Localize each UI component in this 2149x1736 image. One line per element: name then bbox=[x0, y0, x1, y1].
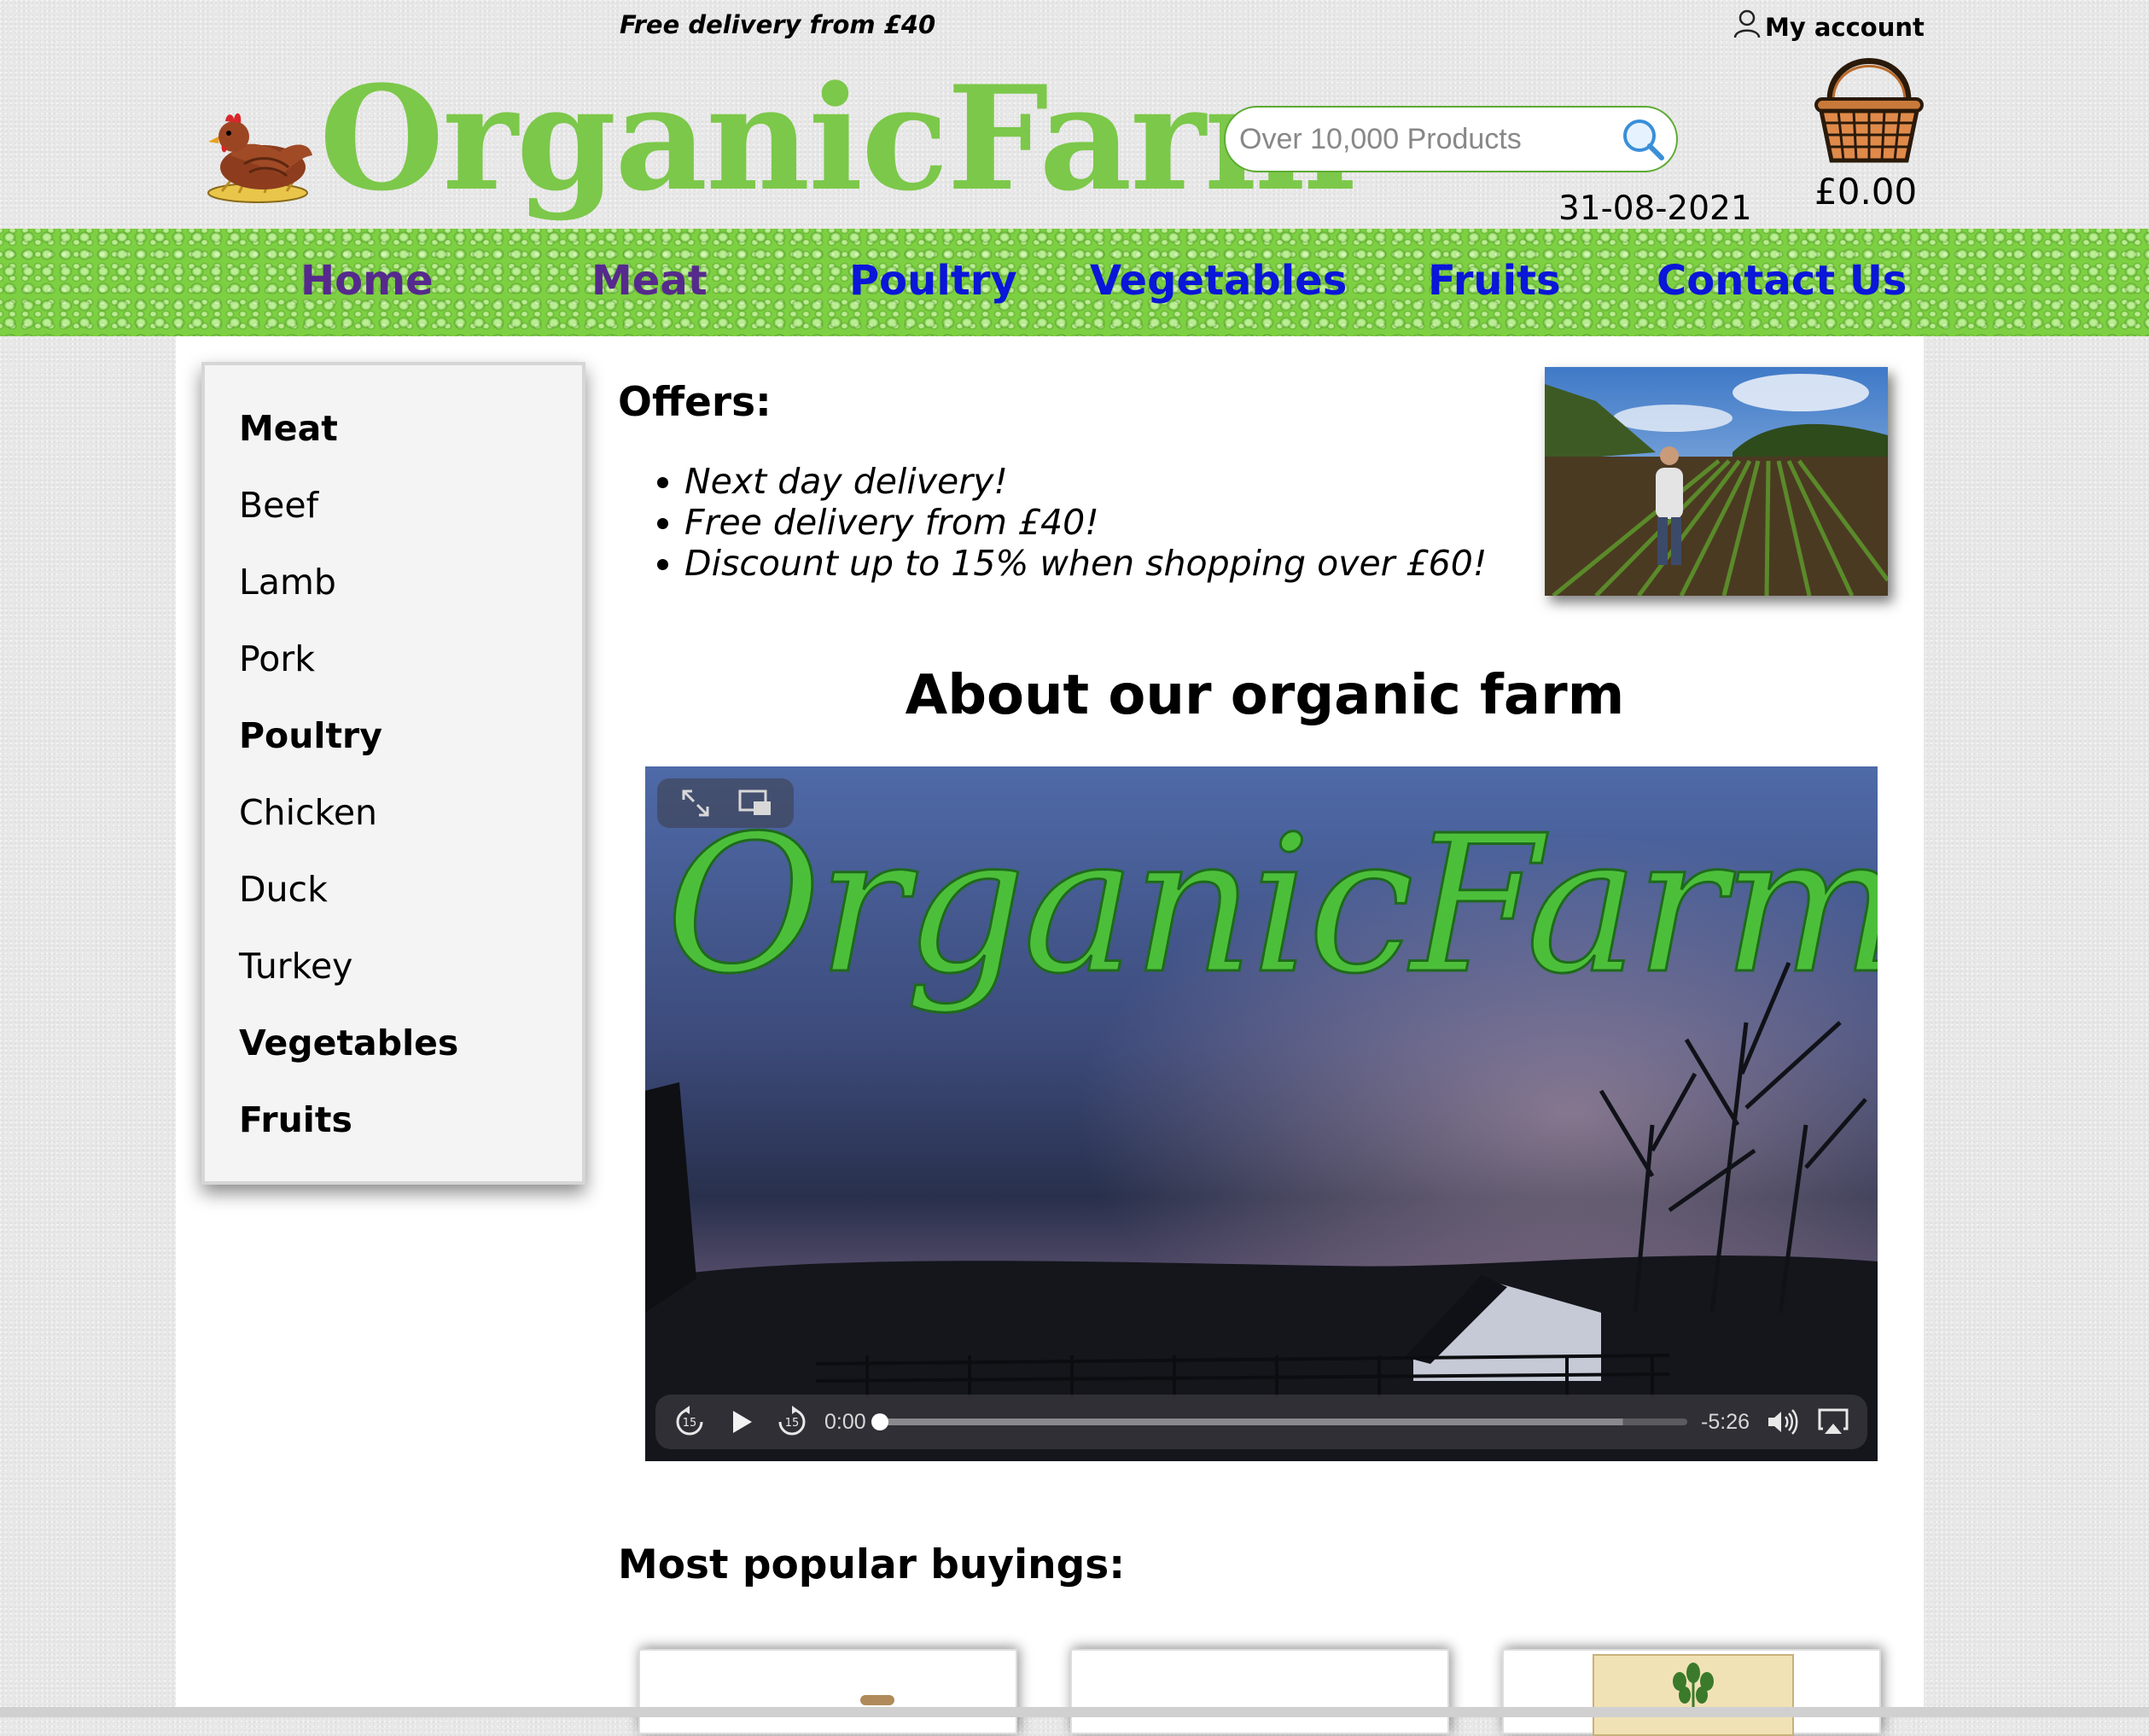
volume-button[interactable] bbox=[1763, 1403, 1801, 1441]
airplay-button[interactable] bbox=[1814, 1403, 1852, 1441]
product-card[interactable] bbox=[1502, 1649, 1881, 1736]
play-button[interactable] bbox=[722, 1403, 760, 1441]
product-card[interactable] bbox=[1070, 1649, 1449, 1734]
skip-forward-15-icon: 15 bbox=[773, 1406, 811, 1443]
skip-back-15-icon: 15 bbox=[671, 1406, 708, 1443]
nav-item-contact-us[interactable]: Contact Us bbox=[1657, 257, 1907, 305]
play-icon bbox=[722, 1411, 760, 1443]
basket-icon[interactable] bbox=[1813, 51, 1925, 167]
video-overlay-title: OrganicFarm bbox=[665, 795, 1878, 1016]
farmer-photo bbox=[1545, 367, 1888, 596]
offer-item: Free delivery from £40! bbox=[684, 502, 1487, 543]
offers-title: Offers: bbox=[618, 379, 772, 426]
leaf-icon bbox=[1673, 1663, 1714, 1712]
picture-in-picture-icon bbox=[737, 789, 774, 824]
horizontal-scrollbar[interactable] bbox=[0, 1707, 2149, 1717]
video-remaining-time: -5:26 bbox=[1701, 1409, 1750, 1434]
sidebar-item-poultry[interactable]: Poultry bbox=[239, 715, 382, 756]
cart-total: £0.00 bbox=[1814, 171, 1918, 213]
sidebar-item-duck[interactable]: Duck bbox=[239, 869, 328, 910]
fullscreen-icon bbox=[677, 789, 714, 824]
my-account-label: My account bbox=[1765, 12, 1925, 42]
popular-title: Most popular buyings: bbox=[618, 1541, 1125, 1588]
my-account-link[interactable]: My account bbox=[1733, 9, 1925, 45]
nav-item-vegetables[interactable]: Vegetables bbox=[1090, 257, 1347, 305]
sidebar-item-chicken[interactable]: Chicken bbox=[239, 792, 377, 833]
sidebar-item-vegetables[interactable]: Vegetables bbox=[239, 1022, 458, 1063]
skip-back-button[interactable]: 15 bbox=[671, 1403, 708, 1441]
offer-item: Next day delivery! bbox=[684, 461, 1487, 502]
main-nav: Home Meat Poultry Vegetables Fruits Cont… bbox=[0, 229, 2149, 336]
product-image bbox=[860, 1695, 894, 1705]
video-controls: 15 15 0:00 -5:26 bbox=[655, 1395, 1867, 1449]
current-date: 31-08-2021 bbox=[1558, 189, 1752, 228]
product-card[interactable] bbox=[638, 1649, 1017, 1734]
category-sidebar: Meat Beef Lamb Pork Poultry Chicken Duck… bbox=[201, 362, 585, 1185]
volume-icon bbox=[1763, 1409, 1801, 1443]
logo-text: OrganicFarm bbox=[319, 54, 1356, 223]
sidebar-item-pork[interactable]: Pork bbox=[239, 638, 315, 679]
search-button[interactable] bbox=[1619, 115, 1667, 163]
video-progress-knob[interactable] bbox=[871, 1413, 888, 1430]
search-box bbox=[1224, 106, 1678, 172]
top-promo: Free delivery from £40 bbox=[620, 10, 936, 39]
sidebar-item-lamb[interactable]: Lamb bbox=[239, 562, 336, 603]
video-current-time: 0:00 bbox=[824, 1409, 866, 1434]
nav-item-home[interactable]: Home bbox=[300, 257, 434, 305]
svg-text:15: 15 bbox=[785, 1417, 800, 1430]
nav-item-meat[interactable]: Meat bbox=[591, 257, 708, 305]
sidebar-item-fruits[interactable]: Fruits bbox=[239, 1099, 352, 1140]
airplay-icon bbox=[1814, 1408, 1852, 1443]
sidebar-item-beef[interactable]: Beef bbox=[239, 485, 318, 526]
search-input[interactable] bbox=[1238, 121, 1619, 157]
product-image bbox=[1593, 1654, 1794, 1736]
skip-forward-button[interactable]: 15 bbox=[773, 1403, 811, 1441]
about-title: About our organic farm bbox=[905, 664, 1625, 727]
picture-in-picture-button[interactable] bbox=[737, 784, 774, 822]
nav-item-fruits[interactable]: Fruits bbox=[1428, 257, 1561, 305]
offer-item: Discount up to 15% when shopping over £6… bbox=[684, 543, 1487, 584]
fullscreen-button[interactable] bbox=[677, 784, 714, 822]
video-progress-bar[interactable] bbox=[871, 1413, 1688, 1430]
user-icon bbox=[1733, 9, 1762, 45]
search-icon bbox=[1619, 119, 1667, 166]
nav-item-poultry[interactable]: Poultry bbox=[849, 257, 1017, 305]
offers-list: Next day delivery! Free delivery from £4… bbox=[649, 461, 1487, 584]
sidebar-item-turkey[interactable]: Turkey bbox=[239, 946, 352, 987]
site-logo[interactable]: OrganicFarm bbox=[205, 54, 1356, 223]
hen-icon bbox=[205, 96, 317, 210]
svg-text:15: 15 bbox=[683, 1417, 697, 1430]
sidebar-item-meat[interactable]: Meat bbox=[239, 408, 338, 449]
farm-video[interactable]: OrganicFarm 15 15 0:00 -5:26 bbox=[645, 766, 1878, 1461]
video-top-controls bbox=[657, 778, 794, 828]
